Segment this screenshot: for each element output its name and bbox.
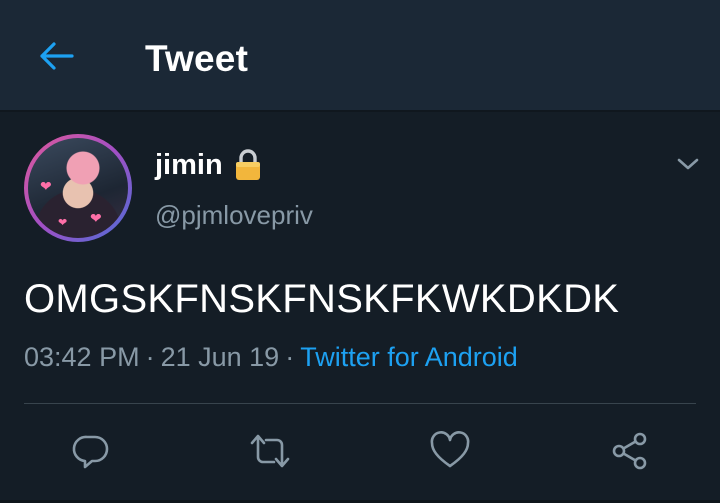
arrow-left-icon	[40, 42, 74, 70]
heart-decoration-icon: ❤	[58, 217, 68, 229]
share-icon	[612, 432, 647, 470]
tweet-text: OMGSKFNSKFNSKFKWKDKDK	[24, 277, 620, 321]
tweet-time: 03:42 PM	[24, 342, 140, 372]
chevron-down-icon	[677, 158, 699, 170]
avatar[interactable]: ❤ ❤ ❤	[24, 134, 132, 242]
author-display-name[interactable]: jimin	[155, 148, 263, 182]
separator: ·	[145, 342, 155, 372]
divider	[24, 403, 696, 404]
back-button[interactable]	[34, 36, 78, 76]
separator: ·	[285, 342, 295, 372]
share-button[interactable]	[604, 425, 656, 477]
tweet-date: 21 Jun 19	[160, 342, 280, 372]
tweet-actions	[0, 425, 720, 477]
like-button[interactable]	[424, 425, 476, 477]
display-name-text: jimin	[155, 148, 223, 181]
avatar-image: ❤ ❤ ❤	[28, 138, 128, 238]
retweet-icon	[250, 434, 290, 468]
heart-decoration-icon: ❤	[40, 178, 52, 194]
page-title: Tweet	[145, 38, 249, 79]
heart-icon	[430, 431, 470, 468]
tweet-client-link[interactable]: Twitter for Android	[300, 342, 518, 373]
author-handle[interactable]: @pjmlovepriv	[155, 200, 313, 231]
retweet-button[interactable]	[244, 425, 296, 477]
top-app-bar: Tweet	[0, 0, 720, 112]
reply-icon	[72, 435, 109, 469]
tweet-metadata: 03:42 PM · 21 Jun 19 · Twitter for Andro…	[24, 342, 518, 373]
lock-icon	[235, 149, 260, 180]
tweet-menu-button[interactable]	[674, 150, 702, 178]
heart-decoration-icon: ❤	[90, 210, 102, 226]
reply-button[interactable]	[65, 425, 117, 477]
